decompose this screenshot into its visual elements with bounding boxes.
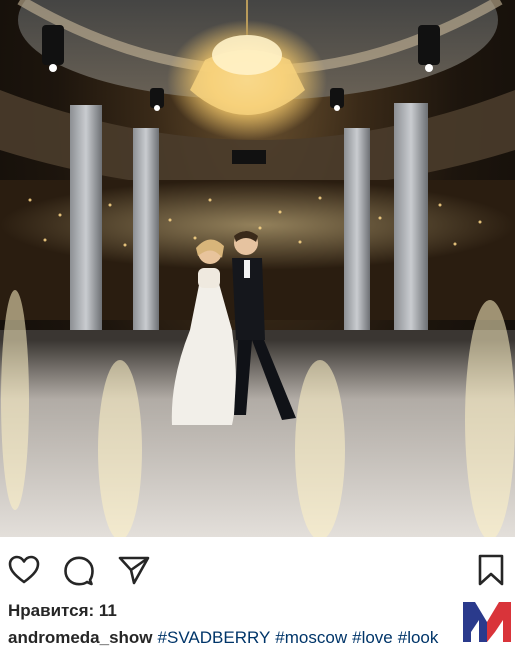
post-photo[interactable]: [0, 0, 515, 537]
bookmark-icon[interactable]: [474, 553, 508, 587]
post-caption: andromeda_show #SVADBERRY #moscow #love #loo…: [8, 628, 478, 648]
hashtag-link[interactable]: #moscow: [275, 628, 347, 647]
post-action-bar: [0, 537, 515, 597]
hashtag-link[interactable]: #look: [398, 628, 439, 647]
caption-username[interactable]: andromeda_show: [8, 628, 153, 647]
wedding-dance-photo: [0, 0, 515, 537]
likes-count[interactable]: Нравится: 11: [8, 601, 117, 621]
heart-icon[interactable]: [7, 553, 41, 587]
m-logo-icon: [461, 598, 513, 644]
comment-bubble-icon[interactable]: [62, 553, 96, 587]
hashtag-link[interactable]: #SVADBERRY: [158, 628, 271, 647]
paper-plane-icon[interactable]: [117, 553, 151, 587]
hashtag-link[interactable]: #love: [352, 628, 393, 647]
